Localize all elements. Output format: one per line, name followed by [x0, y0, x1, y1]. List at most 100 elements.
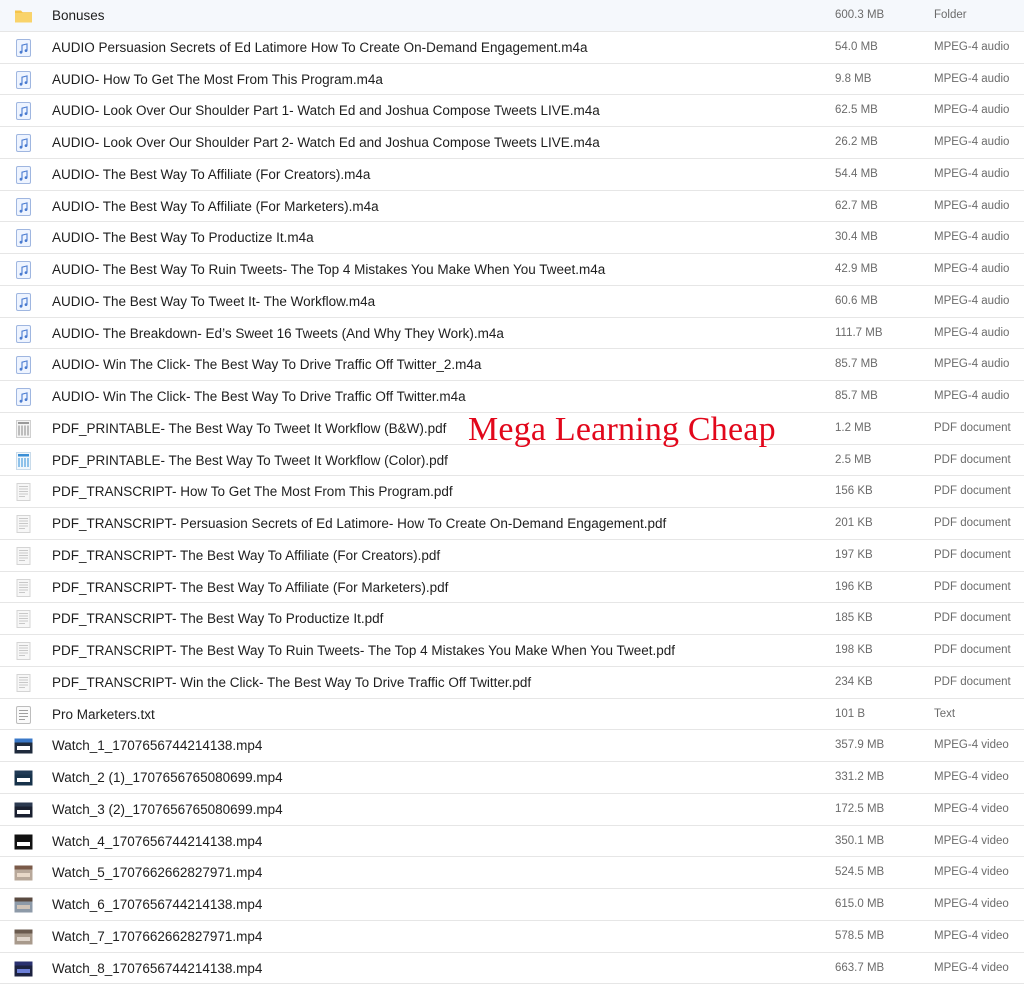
file-name[interactable]: PDF_PRINTABLE- The Best Way To Tweet It …	[52, 413, 446, 444]
file-kind: MPEG-4 video	[934, 921, 1009, 952]
file-name[interactable]: Watch_7_1707662662827971.mp4	[52, 921, 262, 952]
video-thumbnail-icon	[14, 769, 33, 787]
file-name[interactable]: Watch_6_1707656744214138.mp4	[52, 889, 262, 920]
pdf-bw-thumbnail-icon	[14, 420, 33, 438]
file-name[interactable]: Watch_3 (2)_1707656765080699.mp4	[52, 794, 283, 825]
video-thumbnail-icon	[14, 801, 33, 819]
file-row[interactable]: AUDIO- The Breakdown- Ed’s Sweet 16 Twee…	[0, 318, 1024, 350]
file-row[interactable]: PDF_TRANSCRIPT- How To Get The Most From…	[0, 476, 1024, 508]
file-name[interactable]: PDF_TRANSCRIPT- The Best Way To Affiliat…	[52, 572, 448, 603]
file-row[interactable]: Watch_1_1707656744214138.mp4357.9 MBMPEG…	[0, 730, 1024, 762]
file-row[interactable]: PDF_PRINTABLE- The Best Way To Tweet It …	[0, 445, 1024, 477]
file-name[interactable]: PDF_TRANSCRIPT- Win the Click- The Best …	[52, 667, 531, 698]
file-list: Bonuses600.3 MBFolderAUDIO Persuasion Se…	[0, 0, 1024, 984]
file-name[interactable]: Watch_8_1707656744214138.mp4	[52, 953, 262, 984]
file-name[interactable]: AUDIO- The Best Way To Tweet It- The Wor…	[52, 286, 375, 317]
file-name[interactable]: AUDIO- Look Over Our Shoulder Part 2- Wa…	[52, 127, 600, 158]
file-kind: PDF document	[934, 572, 1011, 603]
file-row[interactable]: AUDIO- Win The Click- The Best Way To Dr…	[0, 381, 1024, 413]
file-size: 85.7 MB	[835, 349, 878, 380]
file-size: 9.8 MB	[835, 64, 871, 95]
file-name[interactable]: Pro Marketers.txt	[52, 699, 155, 730]
audio-file-icon	[14, 325, 33, 343]
file-name[interactable]: Bonuses	[52, 0, 105, 31]
file-row[interactable]: Watch_2 (1)_1707656765080699.mp4 331.2 MB…	[0, 762, 1024, 794]
file-kind: MPEG-4 audio	[934, 222, 1009, 253]
file-name[interactable]: AUDIO- Look Over Our Shoulder Part 1- Wa…	[52, 95, 600, 126]
file-row[interactable]: Watch_3 (2)_1707656765080699.mp4172.5 MB…	[0, 794, 1024, 826]
file-size: 357.9 MB	[835, 730, 884, 761]
file-row[interactable]: PDF_TRANSCRIPT- Persuasion Secrets of Ed…	[0, 508, 1024, 540]
file-name[interactable]: PDF_TRANSCRIPT- The Best Way To Producti…	[52, 603, 383, 634]
file-row[interactable]: AUDIO- The Best Way To Tweet It- The Wor…	[0, 286, 1024, 318]
file-name[interactable]: PDF_TRANSCRIPT- Persuasion Secrets of Ed…	[52, 508, 666, 539]
file-kind: MPEG-4 audio	[934, 127, 1009, 158]
file-row[interactable]: PDF_TRANSCRIPT- The Best Way To Affiliat…	[0, 540, 1024, 572]
file-name[interactable]: Watch_5_1707662662827971.mp4	[52, 857, 262, 888]
file-name[interactable]: Watch_1_1707656744214138.mp4	[52, 730, 262, 761]
file-name[interactable]: Watch_2 (1)_1707656765080699.mp4	[52, 762, 283, 793]
file-row[interactable]: Watch_6_1707656744214138.mp4 615.0 MB MPEG…	[0, 889, 1024, 921]
file-row[interactable]: PDF_TRANSCRIPT- Win the Click- The Best …	[0, 667, 1024, 699]
file-row[interactable]: AUDIO- The Best Way To Affiliate (For Ma…	[0, 191, 1024, 223]
file-kind: MPEG-4 video	[934, 889, 1009, 920]
file-size: 156 KB	[835, 476, 873, 507]
file-kind: MPEG-4 video	[934, 762, 1009, 793]
file-size: 234 KB	[835, 667, 873, 698]
file-name[interactable]: AUDIO- How To Get The Most From This Pro…	[52, 64, 383, 95]
file-row[interactable]: AUDIO- The Best Way To Ruin Tweets- The …	[0, 254, 1024, 286]
file-size: 54.0 MB	[835, 32, 878, 63]
file-size: 198 KB	[835, 635, 873, 666]
file-name[interactable]: AUDIO- The Best Way To Ruin Tweets- The …	[52, 254, 605, 285]
file-row[interactable]: AUDIO- How To Get The Most From This Pro…	[0, 64, 1024, 96]
file-name[interactable]: PDF_PRINTABLE- The Best Way To Tweet It …	[52, 445, 448, 476]
audio-file-icon	[14, 102, 33, 120]
file-size: 30.4 MB	[835, 222, 878, 253]
file-name[interactable]: AUDIO- The Best Way To Affiliate (For Cr…	[52, 159, 370, 190]
file-row[interactable]: PDF_PRINTABLE- The Best Way To Tweet It …	[0, 413, 1024, 445]
file-row[interactable]: PDF_TRANSCRIPT- The Best Way To Affiliat…	[0, 572, 1024, 604]
file-kind: MPEG-4 audio	[934, 64, 1009, 95]
file-name[interactable]: AUDIO- The Best Way To Affiliate (For Ma…	[52, 191, 379, 222]
file-row[interactable]: PDF_TRANSCRIPT- The Best Way To Ruin Twe…	[0, 635, 1024, 667]
file-name[interactable]: AUDIO- The Breakdown- Ed’s Sweet 16 Twee…	[52, 318, 504, 349]
file-row[interactable]: Watch_8_1707656744214138.mp4663.7 MBMPEG…	[0, 953, 1024, 984]
file-row[interactable]: AUDIO- Win The Click- The Best Way To Dr…	[0, 349, 1024, 381]
file-size: 615.0 MB	[835, 889, 884, 920]
file-name[interactable]: AUDIO Persuasion Secrets of Ed Latimore …	[52, 32, 588, 63]
audio-file-icon	[14, 388, 33, 406]
file-row[interactable]: Bonuses600.3 MBFolder	[0, 0, 1024, 32]
file-row[interactable]: AUDIO- Look Over Our Shoulder Part 2- Wa…	[0, 127, 1024, 159]
file-row[interactable]: Watch_7_1707662662827971.mp4578.5 MBMPEG…	[0, 921, 1024, 953]
file-name[interactable]: AUDIO- Win The Click- The Best Way To Dr…	[52, 349, 481, 380]
file-row[interactable]: AUDIO- The Best Way To Affiliate (For Cr…	[0, 159, 1024, 191]
file-name[interactable]: PDF_TRANSCRIPT- The Best Way To Affiliat…	[52, 540, 440, 571]
file-row[interactable]: Watch_4_1707656744214138.mp4350.1 MBMPEG…	[0, 826, 1024, 858]
audio-file-icon	[14, 293, 33, 311]
file-row[interactable]: Pro Marketers.txt101 BText	[0, 699, 1024, 731]
file-row[interactable]: Watch_5_1707662662827971.mp4524.5 MBMPEG…	[0, 857, 1024, 889]
file-row[interactable]: AUDIO- Look Over Our Shoulder Part 1- Wa…	[0, 95, 1024, 127]
file-name[interactable]: PDF_TRANSCRIPT- The Best Way To Ruin Twe…	[52, 635, 675, 666]
file-size: 331.2 MB	[835, 762, 884, 793]
audio-file-icon	[14, 261, 33, 279]
file-size: 600.3 MB	[835, 0, 884, 31]
file-row[interactable]: AUDIO Persuasion Secrets of Ed Latimore …	[0, 32, 1024, 64]
file-name[interactable]: PDF_TRANSCRIPT- How To Get The Most From…	[52, 476, 453, 507]
file-kind: PDF document	[934, 667, 1011, 698]
file-size: 196 KB	[835, 572, 873, 603]
pdf-color-thumbnail-icon	[14, 452, 33, 470]
pdf-document-icon	[14, 515, 33, 533]
file-name[interactable]: AUDIO- The Best Way To Productize It.m4a	[52, 222, 314, 253]
file-row[interactable]: AUDIO- The Best Way To Productize It.m4a…	[0, 222, 1024, 254]
file-size: 201 KB	[835, 508, 873, 539]
file-name[interactable]: AUDIO- Win The Click- The Best Way To Dr…	[52, 381, 466, 412]
pdf-document-icon	[14, 483, 33, 501]
video-thumbnail-icon	[14, 833, 33, 851]
file-row[interactable]: PDF_TRANSCRIPT- The Best Way To Producti…	[0, 603, 1024, 635]
file-kind: PDF document	[934, 476, 1011, 507]
file-name[interactable]: Watch_4_1707656744214138.mp4	[52, 826, 262, 857]
file-size: 62.5 MB	[835, 95, 878, 126]
file-kind: MPEG-4 video	[934, 953, 1009, 984]
audio-file-icon	[14, 166, 33, 184]
